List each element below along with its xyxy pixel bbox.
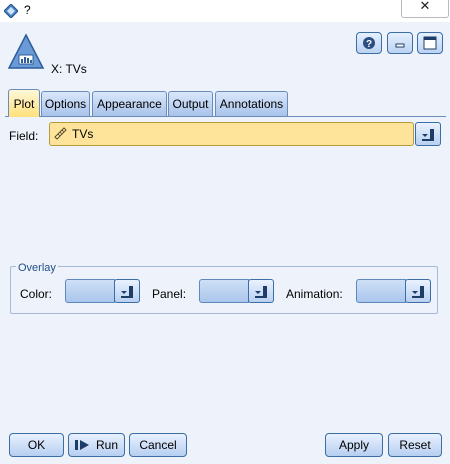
overlay-color-picker-button[interactable]	[114, 279, 140, 303]
node-title: X: TVs	[51, 62, 87, 76]
overlay-legend: Overlay	[16, 262, 58, 274]
overlay-color-label: Color:	[20, 287, 53, 301]
svg-text:?: ?	[366, 39, 372, 50]
window-titlebar: ? ✕	[0, 0, 450, 22]
histogram-node-icon	[7, 33, 45, 69]
tab-appearance[interactable]: Appearance	[92, 91, 167, 116]
field-picker-icon	[121, 286, 133, 298]
window-title: ?	[24, 3, 31, 17]
diamond-app-icon	[4, 4, 18, 18]
field-picker-icon	[255, 286, 267, 298]
field-picker-button[interactable]	[415, 122, 441, 146]
field-value: TVs	[72, 127, 94, 141]
minimize-icon	[395, 43, 405, 48]
overlay-animation-field[interactable]	[356, 279, 406, 303]
tab-output[interactable]: Output	[168, 91, 213, 116]
window-close-button[interactable]: ✕	[401, 0, 449, 18]
field-picker-icon	[422, 129, 434, 141]
run-icon	[75, 440, 89, 450]
run-button-label: Run	[96, 438, 119, 452]
help-icon: ?	[363, 37, 375, 50]
overlay-panel-label: Panel:	[152, 287, 187, 301]
apply-button[interactable]: Apply	[325, 433, 383, 457]
dialog-body	[0, 22, 450, 464]
maximize-button[interactable]	[417, 32, 443, 54]
tab-annotations[interactable]: Annotations	[215, 91, 288, 116]
field-input[interactable]	[49, 122, 414, 146]
field-label: Field:	[9, 129, 39, 143]
ruler-icon	[54, 127, 67, 140]
tab-panel-divider	[5, 116, 446, 117]
ok-button[interactable]: OK	[9, 433, 64, 457]
tab-plot[interactable]: Plot	[8, 89, 40, 117]
cancel-button[interactable]: Cancel	[129, 433, 187, 457]
field-picker-icon	[412, 286, 424, 298]
overlay-animation-label: Animation:	[286, 287, 343, 301]
run-button[interactable]: Run	[68, 433, 125, 457]
help-button[interactable]: ?	[356, 32, 382, 54]
reset-button[interactable]: Reset	[388, 433, 442, 457]
overlay-panel-field[interactable]	[199, 279, 249, 303]
overlay-color-field[interactable]	[65, 279, 115, 303]
maximize-icon	[423, 36, 437, 50]
overlay-panel-picker-button[interactable]	[248, 279, 274, 303]
tab-options[interactable]: Options	[41, 91, 90, 116]
overlay-animation-picker-button[interactable]	[405, 279, 431, 303]
minimize-button[interactable]	[387, 32, 413, 54]
